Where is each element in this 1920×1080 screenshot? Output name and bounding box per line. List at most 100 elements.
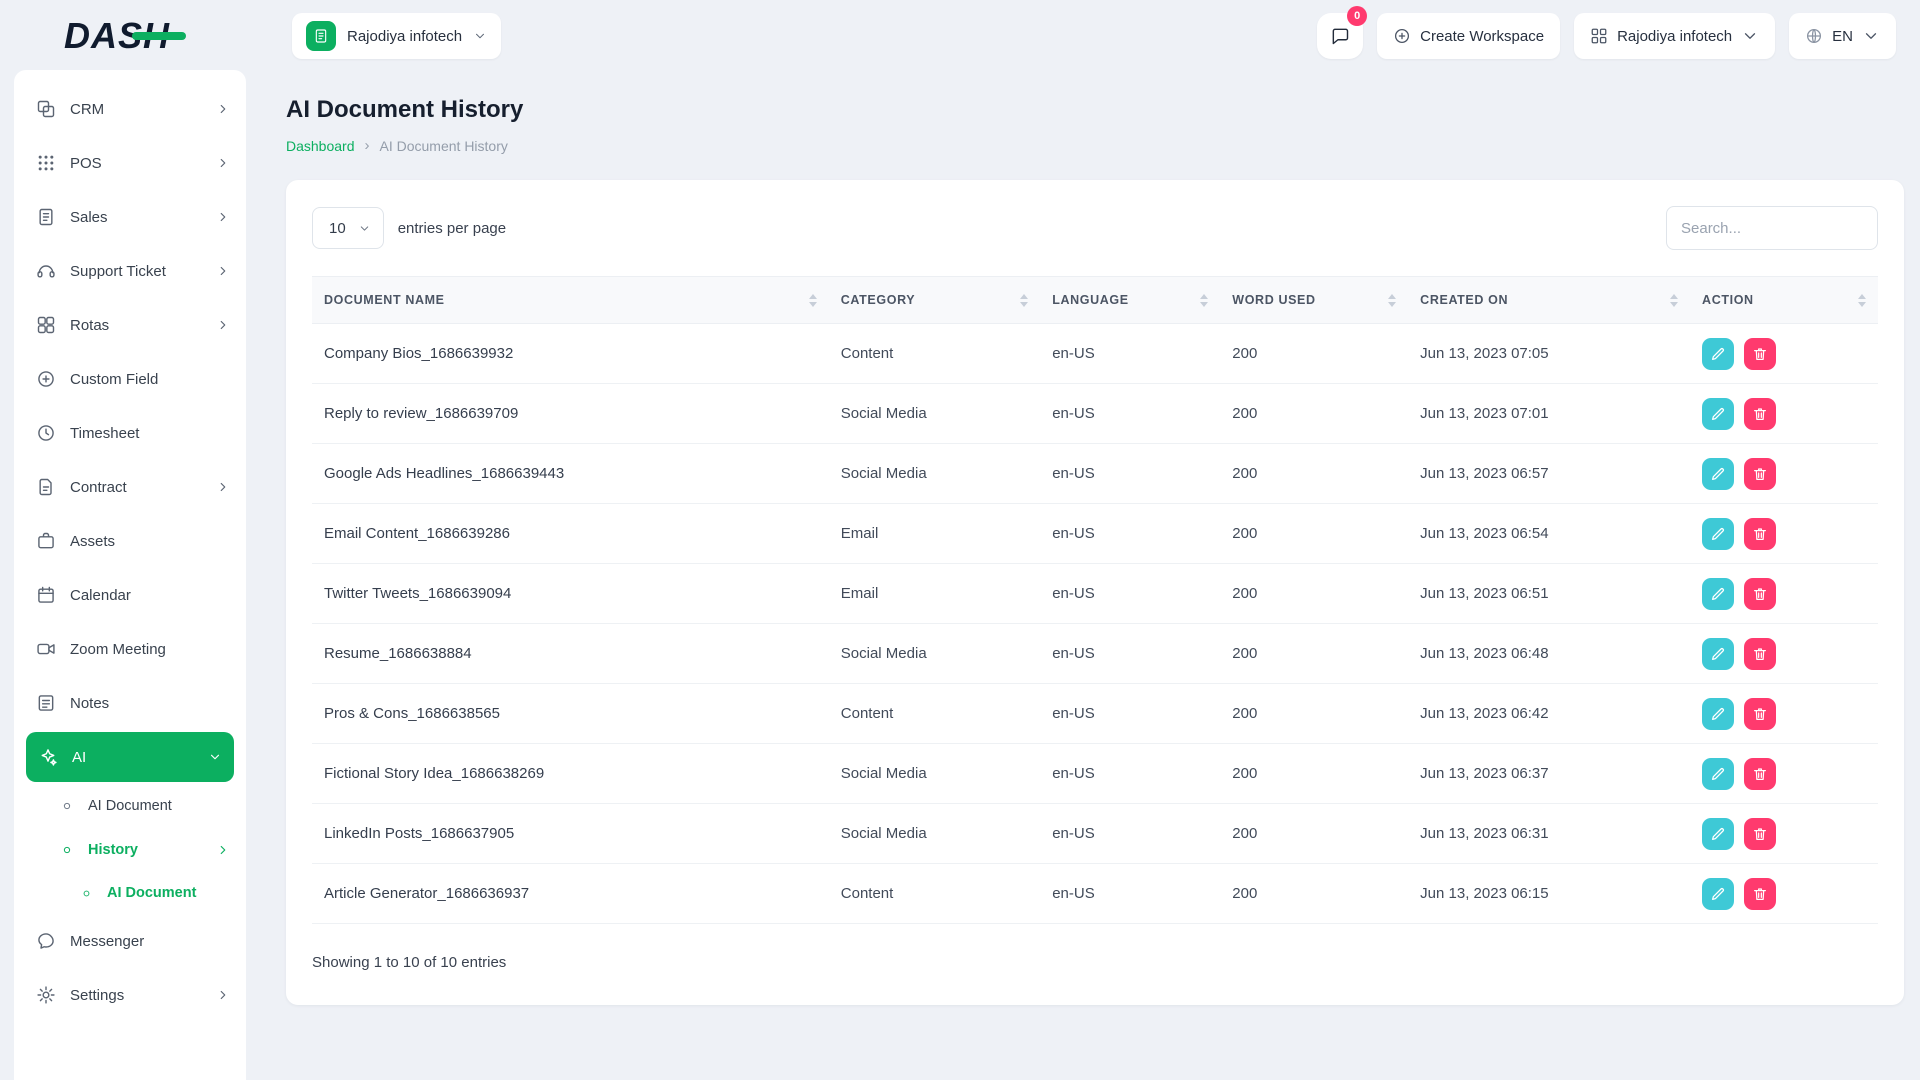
sidebar-item-ai-document[interactable]: AI Document	[14, 872, 246, 914]
page-size-select[interactable]: 10	[312, 207, 384, 249]
column-header-language[interactable]: LANGUAGE	[1040, 276, 1221, 324]
delete-button[interactable]	[1744, 517, 1777, 550]
cell-document-name: Article Generator_1686636937	[312, 863, 829, 924]
delete-button[interactable]	[1744, 397, 1777, 430]
cell-word-used: 200	[1220, 803, 1409, 864]
table-row: Company Bios_1686639932 Content en-US 200 Ju…	[312, 323, 1878, 384]
sidebar-item-timesheet[interactable]: Timesheet	[14, 406, 246, 460]
cell-document-name: Company Bios_1686639932	[312, 323, 829, 384]
cell-actions	[1690, 563, 1878, 624]
delete-button[interactable]	[1744, 817, 1777, 850]
sidebar-item-messenger[interactable]: Messenger	[14, 914, 246, 968]
edit-button[interactable]	[1702, 337, 1735, 370]
sidebar-item-rotas[interactable]: Rotas	[14, 298, 246, 352]
sidebar-item-label: POS	[70, 154, 102, 172]
chevron-right-icon	[220, 104, 226, 114]
cell-word-used: 200	[1220, 683, 1409, 744]
sidebar-item-pos[interactable]: POS	[14, 136, 246, 190]
delete-button[interactable]	[1744, 877, 1777, 910]
edit-icon	[1712, 707, 1725, 720]
table-body: Company Bios_1686639932 Content en-US 200 Ju…	[312, 323, 1878, 924]
sort-icon[interactable]	[809, 294, 817, 307]
column-header-label: LANGUAGE	[1052, 293, 1129, 307]
edit-button[interactable]	[1702, 637, 1735, 670]
column-header-created-on[interactable]: CREATED ON	[1408, 276, 1691, 324]
delete-button[interactable]	[1744, 697, 1777, 730]
delete-button[interactable]	[1744, 457, 1777, 490]
chevron-right-icon	[220, 266, 226, 276]
column-header-word-used[interactable]: WORD USED	[1220, 276, 1409, 324]
trash-icon	[1754, 647, 1767, 660]
delete-button[interactable]	[1744, 337, 1777, 370]
sort-icon[interactable]	[1200, 294, 1208, 307]
zoom-meeting-icon	[37, 643, 55, 655]
logo-accent-bar	[132, 32, 187, 40]
sidebar-item-sales[interactable]: Sales	[14, 190, 246, 244]
sort-icon[interactable]	[1858, 294, 1866, 307]
table-header-row: DOCUMENT NAME CATEGORY LANGUAGE WORD USED CR…	[312, 276, 1878, 324]
top-header: DASH Rajodiya infotech 0 Create Workspac…	[0, 0, 1920, 72]
delete-button[interactable]	[1744, 757, 1777, 790]
sidebar-item-assets[interactable]: Assets	[14, 514, 246, 568]
sidebar-item-custom-field[interactable]: Custom Field	[14, 352, 246, 406]
cell-document-name: Resume_1686638884	[312, 623, 829, 684]
edit-icon	[1712, 407, 1725, 420]
cell-category: Social Media	[828, 803, 1041, 864]
cell-language: en-US	[1040, 383, 1221, 444]
history-card: 10 entries per page DOCUMENT NAME CATEGOR…	[286, 180, 1904, 1005]
sidebar-item-crm[interactable]: CRM	[14, 82, 246, 136]
chevron-down-icon	[1745, 33, 1756, 39]
sidebar-item-settings[interactable]: Settings	[14, 968, 246, 1022]
sidebar-item-notes[interactable]: Notes	[14, 676, 246, 730]
delete-button[interactable]	[1744, 577, 1777, 610]
sort-icon[interactable]	[1388, 294, 1396, 307]
cell-actions	[1690, 743, 1878, 804]
sort-icon[interactable]	[1670, 294, 1678, 307]
edit-button[interactable]	[1702, 757, 1735, 790]
messages-button[interactable]: 0	[1317, 6, 1368, 59]
custom-field-icon	[38, 371, 54, 387]
sidebar-item-ai[interactable]: AI	[26, 732, 234, 782]
edit-button[interactable]	[1702, 577, 1735, 610]
sidebar-item-calendar[interactable]: Calendar	[14, 568, 246, 622]
sidebar-item-label: Notes	[70, 694, 110, 712]
edit-button[interactable]	[1702, 817, 1735, 850]
trash-icon	[1754, 407, 1767, 420]
column-header-document-name[interactable]: DOCUMENT NAME	[312, 276, 829, 324]
search-input[interactable]	[1666, 206, 1878, 250]
brand-logo[interactable]: DASH	[64, 15, 187, 57]
sidebar-item-support-ticket[interactable]: Support Ticket	[14, 244, 246, 298]
sidebar-item-contract[interactable]: Contract	[14, 460, 246, 514]
main-content: AI Document History Dashboard › AI Docum…	[286, 72, 1904, 1080]
rotas-icon	[37, 316, 55, 334]
sidebar-item-label: CRM	[70, 100, 105, 118]
sidebar-item-label: Contract	[70, 478, 127, 496]
sidebar-item-label: AI Document	[88, 798, 172, 814]
edit-button[interactable]	[1702, 457, 1735, 490]
page-size-value: 10	[329, 219, 346, 237]
sidebar-item-ai-document[interactable]: AI Document	[14, 784, 246, 828]
cell-document-name: Reply to review_1686639709	[312, 383, 829, 444]
row-actions	[1702, 397, 1866, 430]
edit-button[interactable]	[1702, 397, 1735, 430]
sort-icon[interactable]	[1020, 294, 1028, 307]
company-menu[interactable]: Rajodiya infotech	[1574, 13, 1776, 59]
cell-created-on: Jun 13, 2023 06:51	[1408, 563, 1691, 624]
edit-button[interactable]	[1702, 517, 1735, 550]
edit-button[interactable]	[1702, 697, 1735, 730]
edit-button[interactable]	[1702, 877, 1735, 910]
create-workspace-button[interactable]: Create Workspace	[1377, 13, 1561, 59]
column-header-category[interactable]: CATEGORY	[828, 276, 1041, 324]
sidebar-item-zoom-meeting[interactable]: Zoom Meeting	[14, 622, 246, 676]
ai-icon	[41, 749, 57, 766]
sidebar-item-history[interactable]: History	[14, 828, 246, 872]
workspace-selector[interactable]: Rajodiya infotech	[292, 13, 502, 59]
language-menu[interactable]: EN	[1789, 13, 1896, 59]
table-row: Pros & Cons_1686638565 Content en-US 200 Jun…	[312, 683, 1878, 744]
edit-icon	[1712, 467, 1725, 480]
document-icon	[315, 29, 327, 43]
breadcrumb-dashboard-link[interactable]: Dashboard	[286, 138, 355, 154]
column-header-action[interactable]: ACTION	[1690, 276, 1878, 324]
delete-button[interactable]	[1744, 637, 1777, 670]
cell-category: Social Media	[828, 443, 1041, 504]
